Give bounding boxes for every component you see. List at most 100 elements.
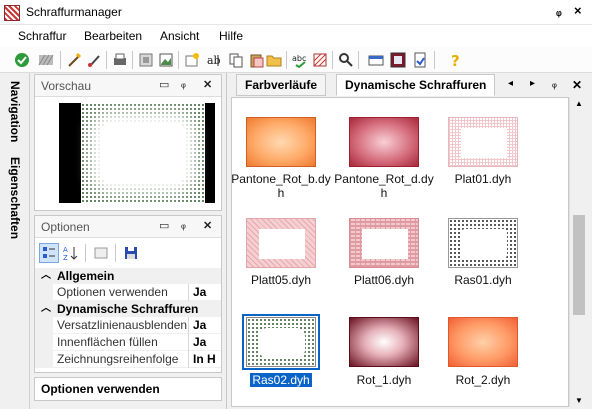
property-pages-icon[interactable] [91,243,111,263]
preview-panel: Vorschau ▭ ᵩ ✕ [34,74,222,211]
spellcheck-icon[interactable]: abc [290,50,310,70]
pin-icon[interactable]: ᵩ [181,219,186,231]
wand-icon[interactable] [64,50,84,70]
property-row[interactable]: Zeichnungsreihenfolge In H [35,351,221,368]
scroll-up-icon[interactable]: ▲ [575,99,583,108]
property-value[interactable]: Ja [193,284,206,301]
pin-icon[interactable]: ᵩ [181,78,186,90]
toolbar: ab abc ? [0,47,592,73]
hatch-label-selected[interactable]: Ras02.dyh [226,373,336,387]
property-value[interactable]: In H [193,351,216,368]
preview-image [59,103,215,203]
hatch-label[interactable]: Pantone_Rot_b.dy h [226,172,336,200]
property-grid: ︿ Allgemein Optionen verwenden Ja ︿ Dyna… [35,268,221,368]
tab-next-icon[interactable]: ▸ [530,78,535,89]
property-value[interactable]: Ja [193,317,206,334]
app-icon [4,5,20,21]
hatch-thumbnail[interactable] [448,218,518,268]
text-icon[interactable]: ab [204,50,224,70]
print-icon[interactable] [110,50,130,70]
property-name: Zeichnungsreihenfolge [57,351,189,368]
close-icon[interactable]: ✕ [203,78,212,91]
folder-icon[interactable] [264,50,284,70]
hatch-label[interactable]: Rot_1.dyh [329,373,439,387]
hatch-thumbnail[interactable] [349,317,419,367]
chevron-up-icon[interactable]: ︿ [41,268,51,284]
hatch-thumbnail[interactable] [448,117,518,167]
check-icon[interactable] [12,50,32,70]
svg-text:ab: ab [207,54,221,67]
save-icon[interactable] [121,243,141,263]
property-row[interactable]: Innenflächen füllen Ja [35,334,221,351]
sort-alpha-icon[interactable]: AZ [61,243,81,263]
gallery-scrollbar[interactable]: ▲ ▼ [569,97,587,407]
paste-icon[interactable] [246,50,266,70]
hatch-thumbnail[interactable] [349,117,419,167]
svg-text:?: ? [451,52,460,68]
category-dynamische-schraffuren[interactable]: ︿ Dynamische Schraffuren [35,301,221,317]
preview-panel-title: Vorschau [41,79,92,93]
hatch-label[interactable]: Platt06.dyh [329,273,439,287]
tab-dynamische-schraffuren[interactable]: Dynamische Schraffuren [336,74,496,96]
svg-text:A: A [63,246,68,254]
hatch-thumbnail[interactable] [246,117,316,167]
pin-icon[interactable]: ᵩ [556,4,562,18]
tab-close-icon[interactable]: ✕ [572,78,582,92]
close-icon[interactable]: × [574,3,582,18]
help-icon[interactable]: ? [446,50,466,70]
property-name: Optionen verwenden [57,284,189,301]
hatch-thumbnail[interactable] [349,218,419,268]
property-description: Optionen verwenden [34,377,222,401]
close-icon[interactable]: ✕ [203,219,212,232]
tab-pin-icon[interactable]: ᵩ [552,78,557,90]
hatch-red-icon[interactable] [310,50,330,70]
chevron-up-icon[interactable]: ︿ [41,301,51,317]
tab-eigenschaften[interactable]: Eigenschaften [8,157,22,239]
tab-navigation[interactable]: Navigation [8,81,22,142]
hatch-label[interactable]: Platt05.dyh [226,273,336,287]
title-bar: Schraffurmanager ᵩ × [0,0,592,25]
property-name: Innenflächen füllen [57,334,189,351]
property-name: Versatzlinienausblenden [57,317,189,334]
scroll-thumb[interactable] [573,215,585,315]
category-label: Dynamische Schraffuren [57,302,199,316]
page-icon[interactable] [410,50,430,70]
selected-label-text: Ras02.dyh [250,373,312,387]
copy-icon[interactable] [226,50,246,70]
hatch-label[interactable]: Ras01.dyh [428,273,538,287]
new-hatch-icon[interactable] [182,50,202,70]
description-title: Optionen verwenden [41,382,160,396]
property-row[interactable]: Versatzlinienausblenden Ja [35,317,221,334]
tab-farbverlaeufe[interactable]: Farbverläufe [236,74,327,96]
svg-text:Z: Z [63,254,68,261]
menu-hilfe[interactable]: Hilfe [219,29,243,43]
property-value[interactable]: Ja [193,334,206,351]
category-allgemein[interactable]: ︿ Allgemein [35,268,221,284]
hatch-label[interactable]: Plat01.dyh [428,172,538,186]
hatch-thumbnail-selected[interactable] [246,317,316,367]
hatch-gray-icon[interactable] [36,50,56,70]
search-icon[interactable] [336,50,356,70]
minimize-icon[interactable]: ▭ [159,219,169,232]
preview-icon[interactable] [136,50,156,70]
window-title: Schraffurmanager [26,5,122,19]
hatch-label[interactable]: Pantone_Rot_d.dy h [329,172,439,200]
minimize-icon[interactable]: ▭ [159,78,169,91]
hatch-label[interactable]: Rot_2.dyh [428,373,538,387]
scroll-down-icon[interactable]: ▼ [575,396,583,405]
frame-icon[interactable] [388,50,408,70]
category-label: Allgemein [57,269,115,283]
hatch-thumbnail[interactable] [448,317,518,367]
options-panel-header: Optionen ▭ ᵩ ✕ [35,216,221,238]
window-icon[interactable] [366,50,386,70]
hatch-thumbnail[interactable] [246,218,316,268]
tab-prev-icon[interactable]: ◂ [508,78,513,89]
menu-schraffur[interactable]: Schraffur [18,29,66,43]
categorized-icon[interactable] [39,243,59,263]
menu-bearbeiten[interactable]: Bearbeiten [84,29,142,43]
brush-icon[interactable] [84,50,104,70]
property-row[interactable]: Optionen verwenden Ja [35,284,221,301]
hatch-gallery: Pantone_Rot_b.dy h Pantone_Rot_d.dy h Pl… [231,97,569,407]
menu-ansicht[interactable]: Ansicht [160,29,199,43]
image-icon[interactable] [156,50,176,70]
